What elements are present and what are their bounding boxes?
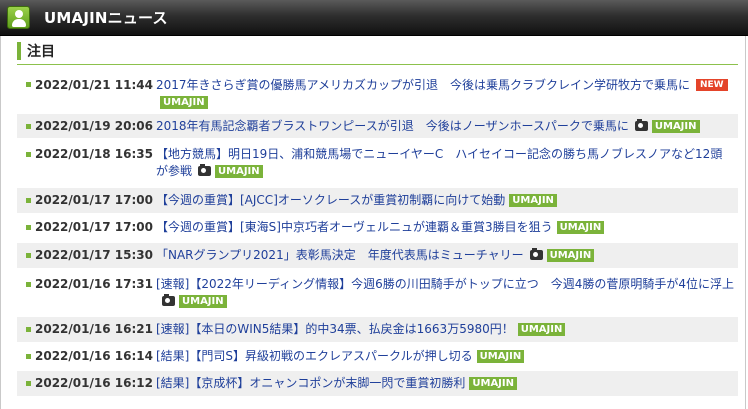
news-link[interactable]: 「NARグランプリ2021」表彰馬決定 年度代表馬はミューチャリー <box>156 248 524 262</box>
news-row: 2022/01/19 20:06 2018年有馬記念覇者ブラストワンピースが引退… <box>17 114 738 138</box>
news-title[interactable]: 【今週の重賞】[東海S]中京巧者オーヴェルニュが連覇＆重賞3勝目を狙う UMAJI… <box>156 219 734 236</box>
news-title[interactable]: 2017年きさらぎ賞の優勝馬アメリカズカップが引退 今後は乗馬クラブクレイン学研… <box>156 77 734 111</box>
umajin-badge: UMAJIN <box>215 165 263 178</box>
news-title[interactable]: 【地方競馬】明日19日、浦和競馬場でニューイヤーC ハイセイコー記念の勝ち馬ノブ… <box>156 146 734 180</box>
news-link[interactable]: [速報]【2022年リーディング情報】今週6勝の川田騎手がトップに立つ 今週4勝… <box>156 277 734 291</box>
section-divider <box>17 64 738 65</box>
news-date: 2022/01/19 20:06 <box>35 119 153 133</box>
news-link[interactable]: [速報]【本日のWIN5結果】的中34票、払戻金は1663万5980円！ <box>156 322 514 336</box>
news-row: 2022/01/16 16:21 [速報]【本日のWIN5結果】的中34票、払戻… <box>17 317 738 342</box>
news-title[interactable]: 【今週の重賞】[AJCC]オーソクレースが重賞初制覇に向けて始動 UMAJIN <box>156 192 734 209</box>
horse-person-icon <box>7 6 30 29</box>
umajin-badge: UMAJIN <box>476 350 525 363</box>
bullet-icon <box>26 327 31 332</box>
bullet-icon <box>26 124 31 129</box>
bullet-icon <box>26 253 31 258</box>
news-link[interactable]: [結果]【門司S】昇級初戦のエクレアスパークルが押し切る <box>156 349 473 363</box>
news-date: 2022/01/16 17:31 <box>35 277 153 291</box>
news-title[interactable]: 2018年有馬記念覇者ブラストワンピースが引退 今後はノーザンホースパークで乗馬… <box>156 118 734 135</box>
camera-icon <box>198 164 212 176</box>
bullet-icon <box>26 354 31 359</box>
news-link[interactable]: 【今週の重賞】[東海S]中京巧者オーヴェルニュが連覇＆重賞3勝目を狙う <box>156 220 553 234</box>
bullet-icon <box>26 381 31 386</box>
news-row: 2022/01/16 17:31 [速報]【2022年リーディング情報】今週6勝… <box>17 272 738 314</box>
news-title[interactable]: [結果]【京成杯】オニャンコポンが末脚一閃で重賞初勝利 UMAJIN <box>156 375 734 392</box>
umajin-badge: UMAJIN <box>179 295 227 308</box>
umajin-badge: UMAJIN <box>160 96 208 109</box>
news-link[interactable]: [結果]【京成杯】オニャンコポンが末脚一閃で重賞初勝利 <box>156 376 465 390</box>
news-link[interactable]: 2018年有馬記念覇者ブラストワンピースが引退 今後はノーザンホースパークで乗馬… <box>156 119 629 133</box>
news-date: 2022/01/21 11:44 <box>35 78 153 92</box>
news-row: 2022/01/18 16:35 【地方競馬】明日19日、浦和競馬場でニューイヤ… <box>17 142 738 184</box>
bullet-icon <box>26 225 31 230</box>
panel-title: UMAJINニュース <box>44 9 168 27</box>
camera-icon <box>634 119 648 131</box>
new-badge: NEW <box>695 79 728 91</box>
news-date: 2022/01/17 17:00 <box>35 193 153 207</box>
news-title[interactable]: 「NARグランプリ2021」表彰馬決定 年度代表馬はミューチャリー UMAJIN <box>156 247 734 264</box>
news-title[interactable]: [結果]【門司S】昇級初戦のエクレアスパークルが押し切る UMAJIN <box>156 348 734 365</box>
umajin-badge: UMAJIN <box>556 221 605 234</box>
news-row: 2022/01/17 17:00 【今週の重賞】[AJCC]オーソクレースが重賞… <box>17 188 738 213</box>
umajin-badge: UMAJIN <box>546 249 595 262</box>
news-title[interactable]: [速報]【2022年リーディング情報】今週6勝の川田騎手がトップに立つ 今週4勝… <box>156 276 734 310</box>
section-title: 注目 <box>27 44 55 60</box>
bullet-icon <box>26 282 31 287</box>
news-date: 2022/01/16 16:12 <box>35 376 153 390</box>
news-row: 2022/01/17 15:30 「NARグランプリ2021」表彰馬決定 年度代… <box>17 243 738 268</box>
news-row: 2022/01/21 11:44 2017年きさらぎ賞の優勝馬アメリカズカップが… <box>17 72 738 110</box>
news-row: 2022/01/17 17:00 【今週の重賞】[東海S]中京巧者オーヴェルニュ… <box>17 215 738 240</box>
bullet-icon <box>26 198 31 203</box>
camera-icon <box>162 294 175 306</box>
news-title[interactable]: [速報]【本日のWIN5結果】的中34票、払戻金は1663万5980円！ UMAJ… <box>156 321 734 338</box>
umajin-badge: UMAJIN <box>509 194 557 207</box>
section-marker <box>17 42 21 60</box>
camera-icon <box>529 248 543 260</box>
umajin-badge: UMAJIN <box>651 120 700 133</box>
bullet-icon <box>26 152 31 157</box>
news-date: 2022/01/17 15:30 <box>35 248 153 262</box>
news-date: 2022/01/16 16:14 <box>35 349 153 363</box>
umajin-badge: UMAJIN <box>517 323 566 336</box>
panel-header: UMAJINニュース <box>0 0 748 36</box>
news-link[interactable]: 【今週の重賞】[AJCC]オーソクレースが重賞初制覇に向けて始動 <box>156 193 505 207</box>
news-row: 2022/01/16 16:12 [結果]【京成杯】オニャンコポンが末脚一閃で重… <box>17 371 738 396</box>
bullet-icon <box>26 82 31 87</box>
news-row: 2022/01/16 16:14 [結果]【門司S】昇級初戦のエクレアスパークル… <box>17 344 738 369</box>
umajin-badge: UMAJIN <box>469 377 517 390</box>
news-link[interactable]: 2017年きさらぎ賞の優勝馬アメリカズカップが引退 今後は乗馬クラブクレイン学研… <box>156 78 690 92</box>
news-date: 2022/01/16 16:21 <box>35 322 153 336</box>
news-date: 2022/01/18 16:35 <box>35 147 153 161</box>
news-date: 2022/01/17 17:00 <box>35 220 153 234</box>
